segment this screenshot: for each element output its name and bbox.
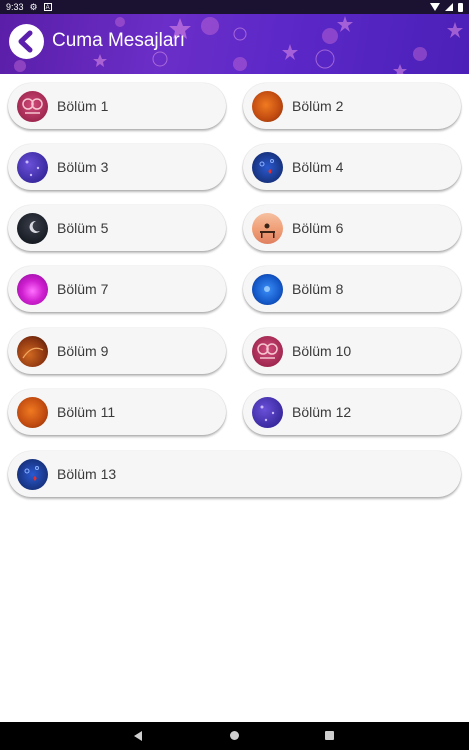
sparkle-decoration	[264, 286, 270, 292]
section-label: Bölüm 9	[57, 343, 109, 359]
back-button[interactable]	[9, 24, 44, 59]
battery-icon	[458, 2, 463, 12]
section-label: Bölüm 1	[57, 98, 109, 114]
bench-decoration	[260, 223, 275, 238]
section-thumbnail	[17, 91, 48, 122]
sunset-bench-icon	[252, 213, 283, 244]
swirl-decoration	[22, 347, 44, 359]
amber-swirl-icon	[17, 336, 48, 367]
nav-back-icon[interactable]	[134, 731, 142, 741]
status-time: 9:33	[6, 2, 24, 12]
section-item-6[interactable]: Bölüm 6	[243, 205, 461, 251]
section-label: Bölüm 12	[292, 404, 352, 420]
settings-icon: ⚙	[29, 1, 38, 12]
notification-icon: A	[43, 3, 52, 11]
section-item-4[interactable]: Bölüm 4	[243, 144, 461, 190]
section-item-3[interactable]: Bölüm 3	[8, 144, 226, 190]
section-label: Bölüm 13	[57, 466, 117, 482]
section-label: Bölüm 10	[292, 343, 352, 359]
blue-sparkle-icon	[252, 274, 283, 305]
section-label: Bölüm 4	[292, 159, 344, 175]
lanterns-decoration	[257, 343, 278, 359]
section-item-1[interactable]: Bölüm 1	[8, 83, 226, 129]
system-navigation-bar	[0, 722, 469, 750]
blue-hearts-icon	[252, 152, 283, 183]
section-label: Bölüm 3	[57, 159, 109, 175]
app-header: Cuma Mesajları	[0, 14, 469, 74]
section-item-13[interactable]: Bölüm 13	[8, 451, 461, 497]
section-item-11[interactable]: Bölüm 11	[8, 389, 226, 435]
hearts-decoration	[24, 466, 39, 481]
hearts-decoration	[259, 159, 274, 174]
section-item-2[interactable]: Bölüm 2	[243, 83, 461, 129]
night-moon-icon	[17, 213, 48, 244]
orange-glow-icon	[252, 91, 283, 122]
stars-decoration	[25, 160, 40, 177]
chevron-left-icon	[18, 30, 33, 53]
page-title: Cuma Mesajları	[52, 30, 186, 51]
status-bar: 9:33 ⚙ A	[0, 0, 469, 14]
section-item-12[interactable]: Bölüm 12	[243, 389, 461, 435]
purple-stars-icon	[17, 152, 48, 183]
rose-lanterns-icon	[22, 98, 43, 114]
rose-lanterns-icon	[252, 336, 283, 367]
nav-home-icon[interactable]	[230, 731, 239, 740]
section-label: Bölüm 11	[57, 404, 116, 420]
blue-hearts-icon	[17, 459, 48, 490]
section-label: Bölüm 8	[292, 281, 344, 297]
orange-glow-icon	[17, 397, 48, 428]
section-item-7[interactable]: Bölüm 7	[8, 266, 226, 312]
section-label: Bölüm 2	[292, 98, 344, 114]
section-item-9[interactable]: Bölüm 9	[8, 328, 226, 374]
nav-recents-icon[interactable]	[325, 731, 334, 740]
section-label: Bölüm 6	[292, 220, 344, 236]
wifi-icon	[430, 3, 440, 11]
section-item-10[interactable]: Bölüm 10	[243, 328, 461, 374]
magenta-light-icon	[17, 274, 48, 305]
section-label: Bölüm 5	[57, 220, 109, 236]
section-label: Bölüm 7	[57, 281, 109, 297]
moon-decoration	[29, 220, 40, 233]
purple-stars-icon	[252, 397, 283, 428]
section-item-5[interactable]: Bölüm 5	[8, 205, 226, 251]
section-item-8[interactable]: Bölüm 8	[243, 266, 461, 312]
signal-icon	[445, 3, 453, 11]
stars-decoration	[260, 405, 275, 422]
